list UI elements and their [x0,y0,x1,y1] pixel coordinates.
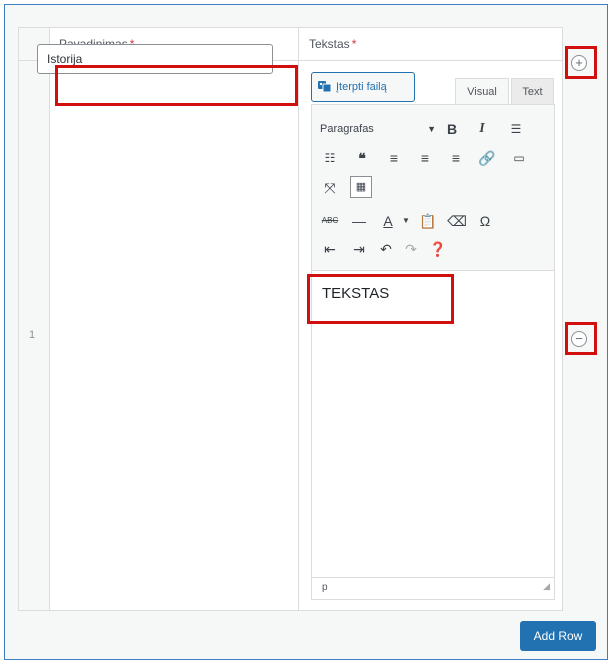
required-mark: * [351,37,357,51]
align-right-icon[interactable]: ≡ [446,148,466,168]
tab-visual-label: Visual [467,86,497,98]
outdent-icon[interactable]: ⇤ [320,239,340,259]
italic-icon[interactable]: I [472,119,492,139]
tab-text[interactable]: Text [511,78,554,104]
add-media-label: Įterpti failą [336,81,387,93]
row-number: 1 [29,329,36,341]
omega-icon[interactable]: Ω [475,211,495,231]
toolbar-toggle-icon[interactable]: ▦ [350,176,372,198]
editor-content-text: TEKSTAS [322,285,390,302]
horizontal-line-icon[interactable]: — [349,211,369,231]
column-divider [298,28,299,610]
chevron-down-icon[interactable]: ▼ [396,211,416,231]
align-left-icon[interactable]: ≡ [384,148,404,168]
plus-circle-icon[interactable]: + [571,55,587,71]
bold-icon[interactable]: B [442,119,462,139]
undo-icon[interactable]: ↶ [376,239,396,259]
editor-status-path: p ◢ [312,577,554,599]
title-input-value: Istorija [47,52,83,66]
wysiwyg-editor: Paragrafas ▼ B I ☰ ☷ ❝ ≡ ≡ ≡ 🔗 ▭ ⤧ ▦ ABC… [311,104,555,600]
title-input[interactable]: Istorija [37,44,273,74]
format-select[interactable]: Paragrafas ▼ [320,119,438,139]
clear-formatting-icon[interactable]: ⌫ [447,211,467,231]
editor-toolbar: Paragrafas ▼ B I ☰ ☷ ❝ ≡ ≡ ≡ 🔗 ▭ ⤧ ▦ ABC… [312,105,554,271]
read-more-icon[interactable]: ▭ [509,148,529,168]
column-header-text: Tekstas * [299,28,563,61]
fullscreen-icon[interactable]: ⤧ [320,178,340,198]
column-header-text-label: Tekstas [309,37,350,51]
tab-visual[interactable]: Visual [455,78,509,104]
strikethrough-icon[interactable]: ABC [320,211,340,231]
add-row-button[interactable]: Add Row [520,621,596,651]
indent-icon[interactable]: ⇥ [349,239,369,259]
media-icon [318,81,332,93]
paste-text-icon[interactable]: 📋 [418,211,438,231]
align-center-icon[interactable]: ≡ [415,148,435,168]
minus-circle-icon[interactable]: − [571,331,587,347]
row-number-column [19,28,50,610]
add-media-button[interactable]: Įterpti failą [311,72,415,102]
blockquote-icon[interactable]: ❝ [352,148,372,168]
help-icon[interactable]: ❓ [428,239,448,259]
link-icon[interactable]: 🔗 [477,148,497,168]
format-select-value: Paragrafas [320,123,374,135]
resize-handle-icon[interactable]: ◢ [543,576,550,596]
bullet-list-icon[interactable]: ☰ [506,119,526,139]
redo-icon[interactable]: ↷ [401,239,421,259]
chevron-down-icon: ▼ [427,124,436,134]
numbered-list-icon[interactable]: ☷ [320,148,340,168]
editor-content[interactable]: TEKSTAS [322,285,389,302]
status-path-text: p [322,582,328,593]
add-row-label: Add Row [533,629,583,643]
text-color-icon[interactable]: A [378,211,398,231]
tab-text-label: Text [522,86,543,98]
